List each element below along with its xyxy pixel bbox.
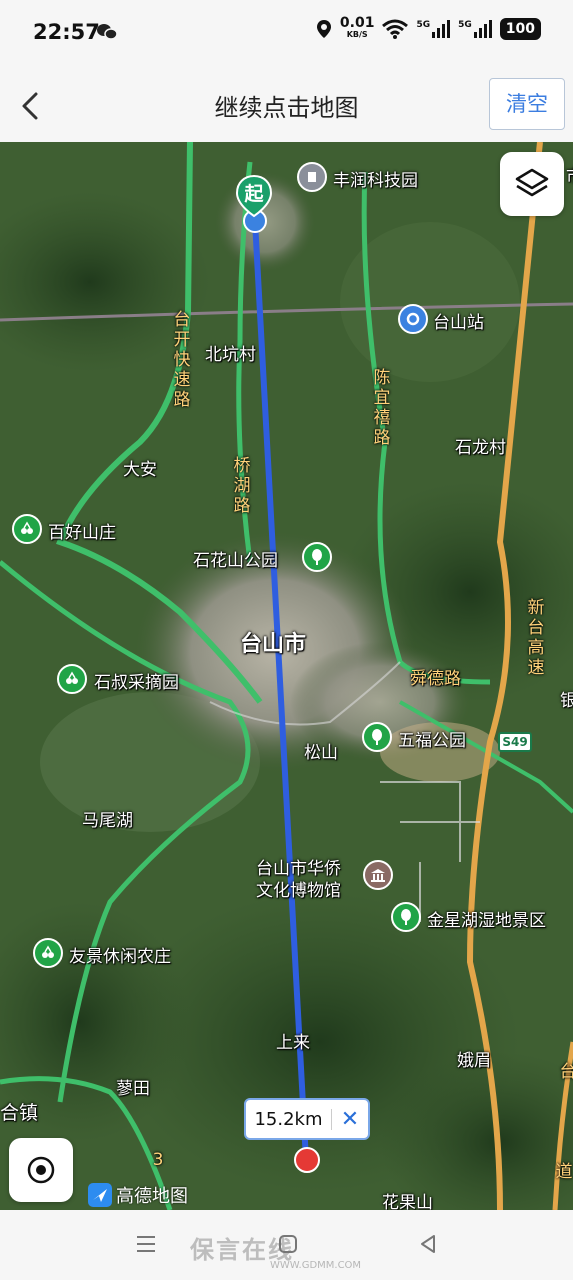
- distance-popup: 15.2km ✕: [244, 1098, 370, 1140]
- museum-poi-icon[interactable]: [363, 860, 393, 890]
- road-label-edge: 台: [559, 1062, 573, 1082]
- signal-icon: [473, 20, 492, 38]
- orchard-poi-icon[interactable]: [33, 938, 63, 968]
- network-type-1: 5G: [416, 20, 431, 30]
- map-logo-text: 高德地图: [116, 1186, 188, 1207]
- end-point-marker[interactable]: [294, 1147, 320, 1173]
- poi-label-shihuashan[interactable]: 石花山公园: [193, 546, 278, 571]
- place-label-daan: 大安: [123, 460, 157, 480]
- locate-icon: [27, 1156, 55, 1184]
- place-label-beikeng: 北坑村: [205, 345, 256, 365]
- layer-button[interactable]: [500, 152, 564, 216]
- close-icon[interactable]: ✕: [332, 1107, 368, 1132]
- locate-button[interactable]: [9, 1138, 73, 1202]
- poi-label-fengrun[interactable]: 丰润科技园: [333, 166, 418, 191]
- place-label-huaguoshan: 花果山: [382, 1193, 433, 1210]
- distance-value: 15.2km: [246, 1108, 332, 1130]
- status-time: 22:57: [33, 20, 100, 44]
- poi-label-museum-2[interactable]: 文化博物馆: [256, 876, 341, 901]
- road-label-edge: 3: [152, 1150, 164, 1170]
- place-label-songshan: 松山: [304, 743, 338, 763]
- watermark-url: WWW.GDMM.COM: [270, 1260, 362, 1271]
- edge-label: 银: [560, 691, 573, 711]
- poi-label-shishu[interactable]: 石叔采摘园: [94, 668, 179, 693]
- road-label-taikai: 台开快速路: [173, 310, 191, 410]
- place-label-hezhen: 合镇: [0, 1102, 39, 1124]
- system-navigation-bar: 保言在线 WWW.GDMM.COM: [0, 1210, 573, 1280]
- location-icon: [316, 20, 331, 38]
- edge-label: 市: [566, 162, 573, 187]
- start-label: 起: [244, 183, 264, 205]
- clear-button[interactable]: 清空: [489, 78, 565, 130]
- city-label: 台山市: [240, 632, 307, 657]
- status-bar: 22:57 0.01 KB/S 5G 5G 100: [0, 0, 573, 70]
- poi-label-wufu[interactable]: 五福公园: [398, 726, 466, 751]
- network-speed: 0.01: [339, 15, 375, 31]
- place-label-emei: 娥眉: [457, 1051, 491, 1071]
- road-label-shunde: 舜德路: [410, 669, 461, 689]
- map-view[interactable]: 起 丰润科技园 市 台山站 北坑村 石龙村 大安 百好山庄 石花山公园 台山市 …: [0, 142, 573, 1210]
- poi-label-baihao[interactable]: 百好山庄: [48, 518, 116, 543]
- park-poi-icon[interactable]: [297, 162, 327, 192]
- network-type-2: 5G: [458, 20, 472, 30]
- poi-label-taishan-station[interactable]: 台山站: [433, 308, 484, 333]
- battery-indicator: 100: [499, 18, 541, 40]
- place-label-shilong: 石龙村: [455, 438, 506, 458]
- header-bar: 继续点击地图 清空: [0, 70, 573, 142]
- poi-label-youjing[interactable]: 友景休闲农庄: [69, 942, 171, 967]
- back-triangle-icon[interactable]: [416, 1232, 440, 1256]
- place-label-liaotian: 蓼田: [116, 1079, 150, 1099]
- park-poi-icon[interactable]: [302, 542, 332, 572]
- park-poi-icon[interactable]: [391, 902, 421, 932]
- map-logo: 高德地图: [88, 1182, 188, 1208]
- layers-icon: [515, 168, 549, 197]
- place-label-shanglai: 上来: [276, 1033, 310, 1053]
- park-poi-icon[interactable]: [362, 722, 392, 752]
- road-label-qiaohu: 桥湖路: [233, 456, 251, 516]
- orchard-poi-icon[interactable]: [57, 664, 87, 694]
- wifi-icon: [382, 19, 409, 39]
- place-label-maweihu: 马尾湖: [82, 811, 133, 831]
- wechat-icon: [97, 24, 118, 40]
- menu-icon[interactable]: [134, 1232, 158, 1256]
- road-label-edge: 道: [555, 1162, 573, 1182]
- page-title: 继续点击地图: [214, 94, 359, 122]
- signal-icon: [432, 20, 451, 38]
- road-label-xintai: 新台高速: [527, 598, 545, 678]
- poi-label-jinxinghu[interactable]: 金星湖湿地景区: [427, 906, 546, 931]
- status-indicators: 0.01 KB/S 5G 5G 100: [316, 15, 541, 40]
- highway-shield: S49: [498, 732, 532, 752]
- amap-logo-icon: [88, 1183, 112, 1207]
- network-speed-unit: KB/S: [346, 30, 368, 39]
- orchard-poi-icon[interactable]: [12, 514, 42, 544]
- start-marker: 起: [235, 174, 277, 234]
- road-label-chenyi: 陈宜禧路: [373, 368, 391, 448]
- train-station-icon[interactable]: [398, 304, 428, 334]
